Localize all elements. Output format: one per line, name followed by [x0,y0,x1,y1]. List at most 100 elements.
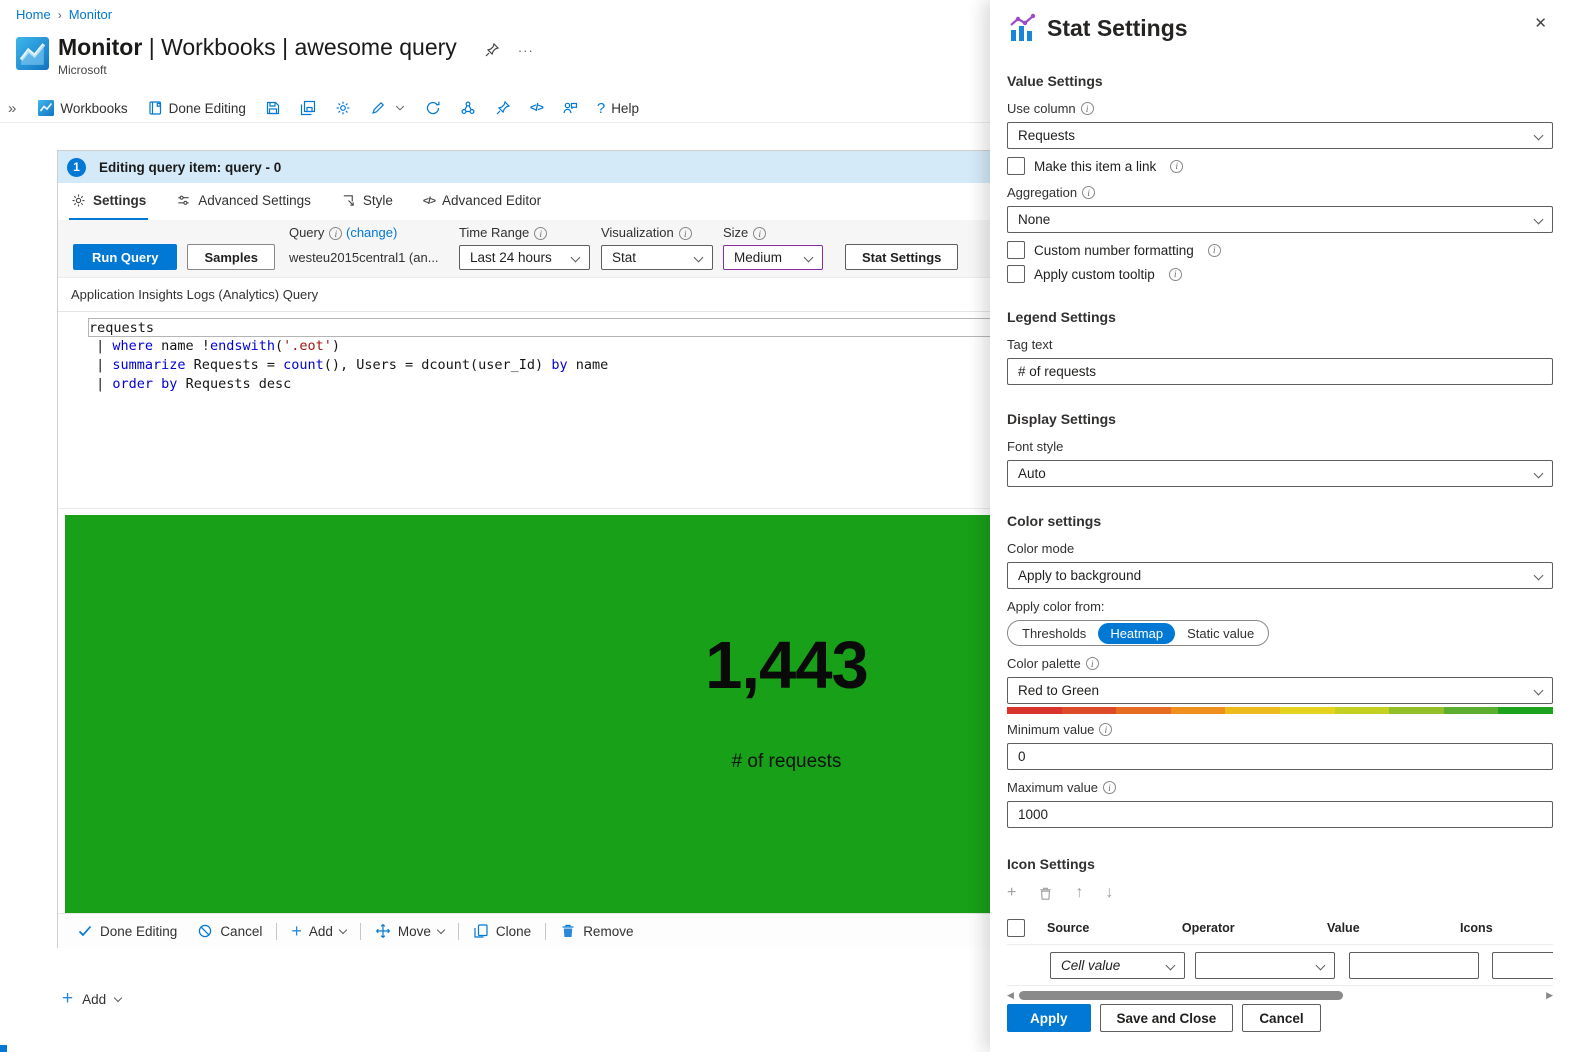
info-icon[interactable]: i [1208,244,1221,257]
command-toolbar: » Workbooks Done Editing [0,94,990,123]
make-link-checkbox[interactable] [1007,157,1025,175]
minimum-value-label: Minimum valuei [1007,722,1553,737]
aggregation-label: Aggregationi [1007,185,1553,200]
info-icon[interactable]: i [679,227,692,240]
custom-number-checkbox[interactable] [1007,241,1025,259]
refresh-button[interactable] [425,100,441,116]
chevron-down-icon [339,926,347,934]
use-column-dropdown[interactable]: Requests [1007,122,1553,149]
value-input[interactable] [1349,952,1479,979]
apply-button[interactable]: Apply [1007,1004,1091,1032]
save-and-close-button[interactable]: Save and Close [1100,1004,1234,1032]
workbooks-button[interactable]: Workbooks [38,100,127,116]
move-footer-button[interactable]: Move [365,923,454,939]
delete-row-icon[interactable] [1038,886,1053,901]
more-options-icon[interactable]: ··· [518,43,534,58]
advanced-editor-code-button[interactable]: </> [530,102,543,114]
collapse-sidebar-icon[interactable]: » [8,100,16,117]
chevron-down-icon [1534,571,1544,581]
cancel-button[interactable]: Cancel [1242,1004,1320,1032]
horizontal-scrollbar: ◀ ▶ [1007,987,1553,1003]
source-column-header: Source [1047,921,1182,935]
tag-text-input[interactable] [1007,358,1553,385]
change-query-link[interactable]: (change) [346,225,397,240]
pin-title-icon[interactable] [484,42,500,58]
stat-settings-panel: Stat Settings ✕ Value Settings Use colum… [990,0,1573,1052]
tab-settings[interactable]: Settings [69,183,148,220]
toggle-static-value[interactable]: Static value [1175,623,1266,644]
trash-icon [560,923,576,939]
samples-button[interactable]: Samples [187,244,274,270]
help-button[interactable]: ? Help [597,100,639,117]
size-dropdown[interactable]: Medium [723,245,823,270]
visualization-dropdown[interactable]: Stat [601,245,713,270]
info-icon[interactable]: i [1081,102,1094,115]
source-dropdown[interactable]: Cell value [1050,952,1185,979]
info-icon[interactable]: i [1169,268,1182,281]
feedback-button[interactable] [562,100,578,116]
add-item-button[interactable]: + Add [62,988,121,1010]
gradient-segment [1225,707,1280,714]
cancel-footer-button[interactable]: Cancel [187,923,272,939]
done-editing-footer-button[interactable]: Done Editing [67,923,187,939]
maximum-value-input[interactable] [1007,801,1553,828]
aggregation-dropdown[interactable]: None [1007,206,1553,233]
info-icon[interactable]: i [1082,186,1095,199]
scrollbar-track[interactable] [1019,990,1541,1000]
info-icon[interactable]: i [329,227,342,240]
breadcrumb-home-link[interactable]: Home [16,7,51,22]
info-icon[interactable]: i [1103,781,1116,794]
remove-footer-button[interactable]: Remove [550,923,643,939]
edit-pencil-button[interactable] [370,100,386,116]
tab-advanced-editor[interactable]: </> Advanced Editor [421,183,543,220]
use-column-label: Use columni [1007,101,1553,116]
save-button[interactable] [265,100,281,116]
run-query-button[interactable]: Run Query [73,244,177,270]
step-number-badge: 1 [67,158,86,177]
query-source-value[interactable]: westeu2015central1 (an... [289,245,449,270]
scroll-left-icon[interactable]: ◀ [1007,990,1014,1001]
time-range-dropdown[interactable]: Last 24 hours [459,245,590,270]
add-row-icon[interactable]: + [1007,884,1016,902]
style-icon [341,193,356,208]
move-up-icon[interactable]: ↑ [1075,884,1083,902]
edit-dropdown-chevron[interactable] [394,102,406,114]
info-icon[interactable]: i [1099,723,1112,736]
scrollbar-nub[interactable] [0,1045,7,1052]
gradient-segment [1116,707,1171,714]
scroll-right-icon[interactable]: ▶ [1546,990,1553,1001]
toggle-thresholds[interactable]: Thresholds [1010,623,1098,644]
info-icon[interactable]: i [534,227,547,240]
clone-footer-button[interactable]: Clone [463,923,541,939]
custom-tooltip-checkbox[interactable] [1007,265,1025,283]
tab-advanced-settings[interactable]: Advanced Settings [174,183,313,220]
breadcrumb-monitor-link[interactable]: Monitor [69,7,112,22]
operator-dropdown[interactable] [1195,952,1335,979]
select-all-checkbox[interactable] [1007,919,1025,937]
stat-settings-button[interactable]: Stat Settings [845,244,958,270]
save-all-button[interactable] [300,100,316,116]
move-down-icon[interactable]: ↓ [1105,884,1113,902]
close-icon[interactable]: ✕ [1534,14,1547,32]
tab-style[interactable]: Style [339,183,395,220]
share-button[interactable] [460,100,476,116]
icons-input[interactable] [1492,952,1553,979]
pin-button[interactable] [495,100,511,116]
scrollbar-thumb[interactable] [1019,991,1343,1000]
font-style-dropdown[interactable]: Auto [1007,460,1553,487]
toggle-heatmap[interactable]: Heatmap [1098,623,1175,644]
minimum-value-input[interactable] [1007,743,1553,770]
info-icon[interactable]: i [1170,160,1183,173]
color-palette-dropdown[interactable]: Red to Green [1007,677,1553,704]
apply-color-from-toggle: Thresholds Heatmap Static value [1007,620,1269,646]
done-editing-button[interactable]: Done Editing [147,100,246,116]
plus-icon: + [291,921,302,942]
info-icon[interactable]: i [753,227,766,240]
chevron-down-icon [804,253,814,263]
gear-icon [335,100,351,116]
settings-gear-button[interactable] [335,100,351,116]
color-mode-dropdown[interactable]: Apply to background [1007,562,1553,589]
add-footer-button[interactable]: + Add [281,921,356,942]
info-icon[interactable]: i [1086,657,1099,670]
visualization-label: Visualizationi [601,225,713,240]
